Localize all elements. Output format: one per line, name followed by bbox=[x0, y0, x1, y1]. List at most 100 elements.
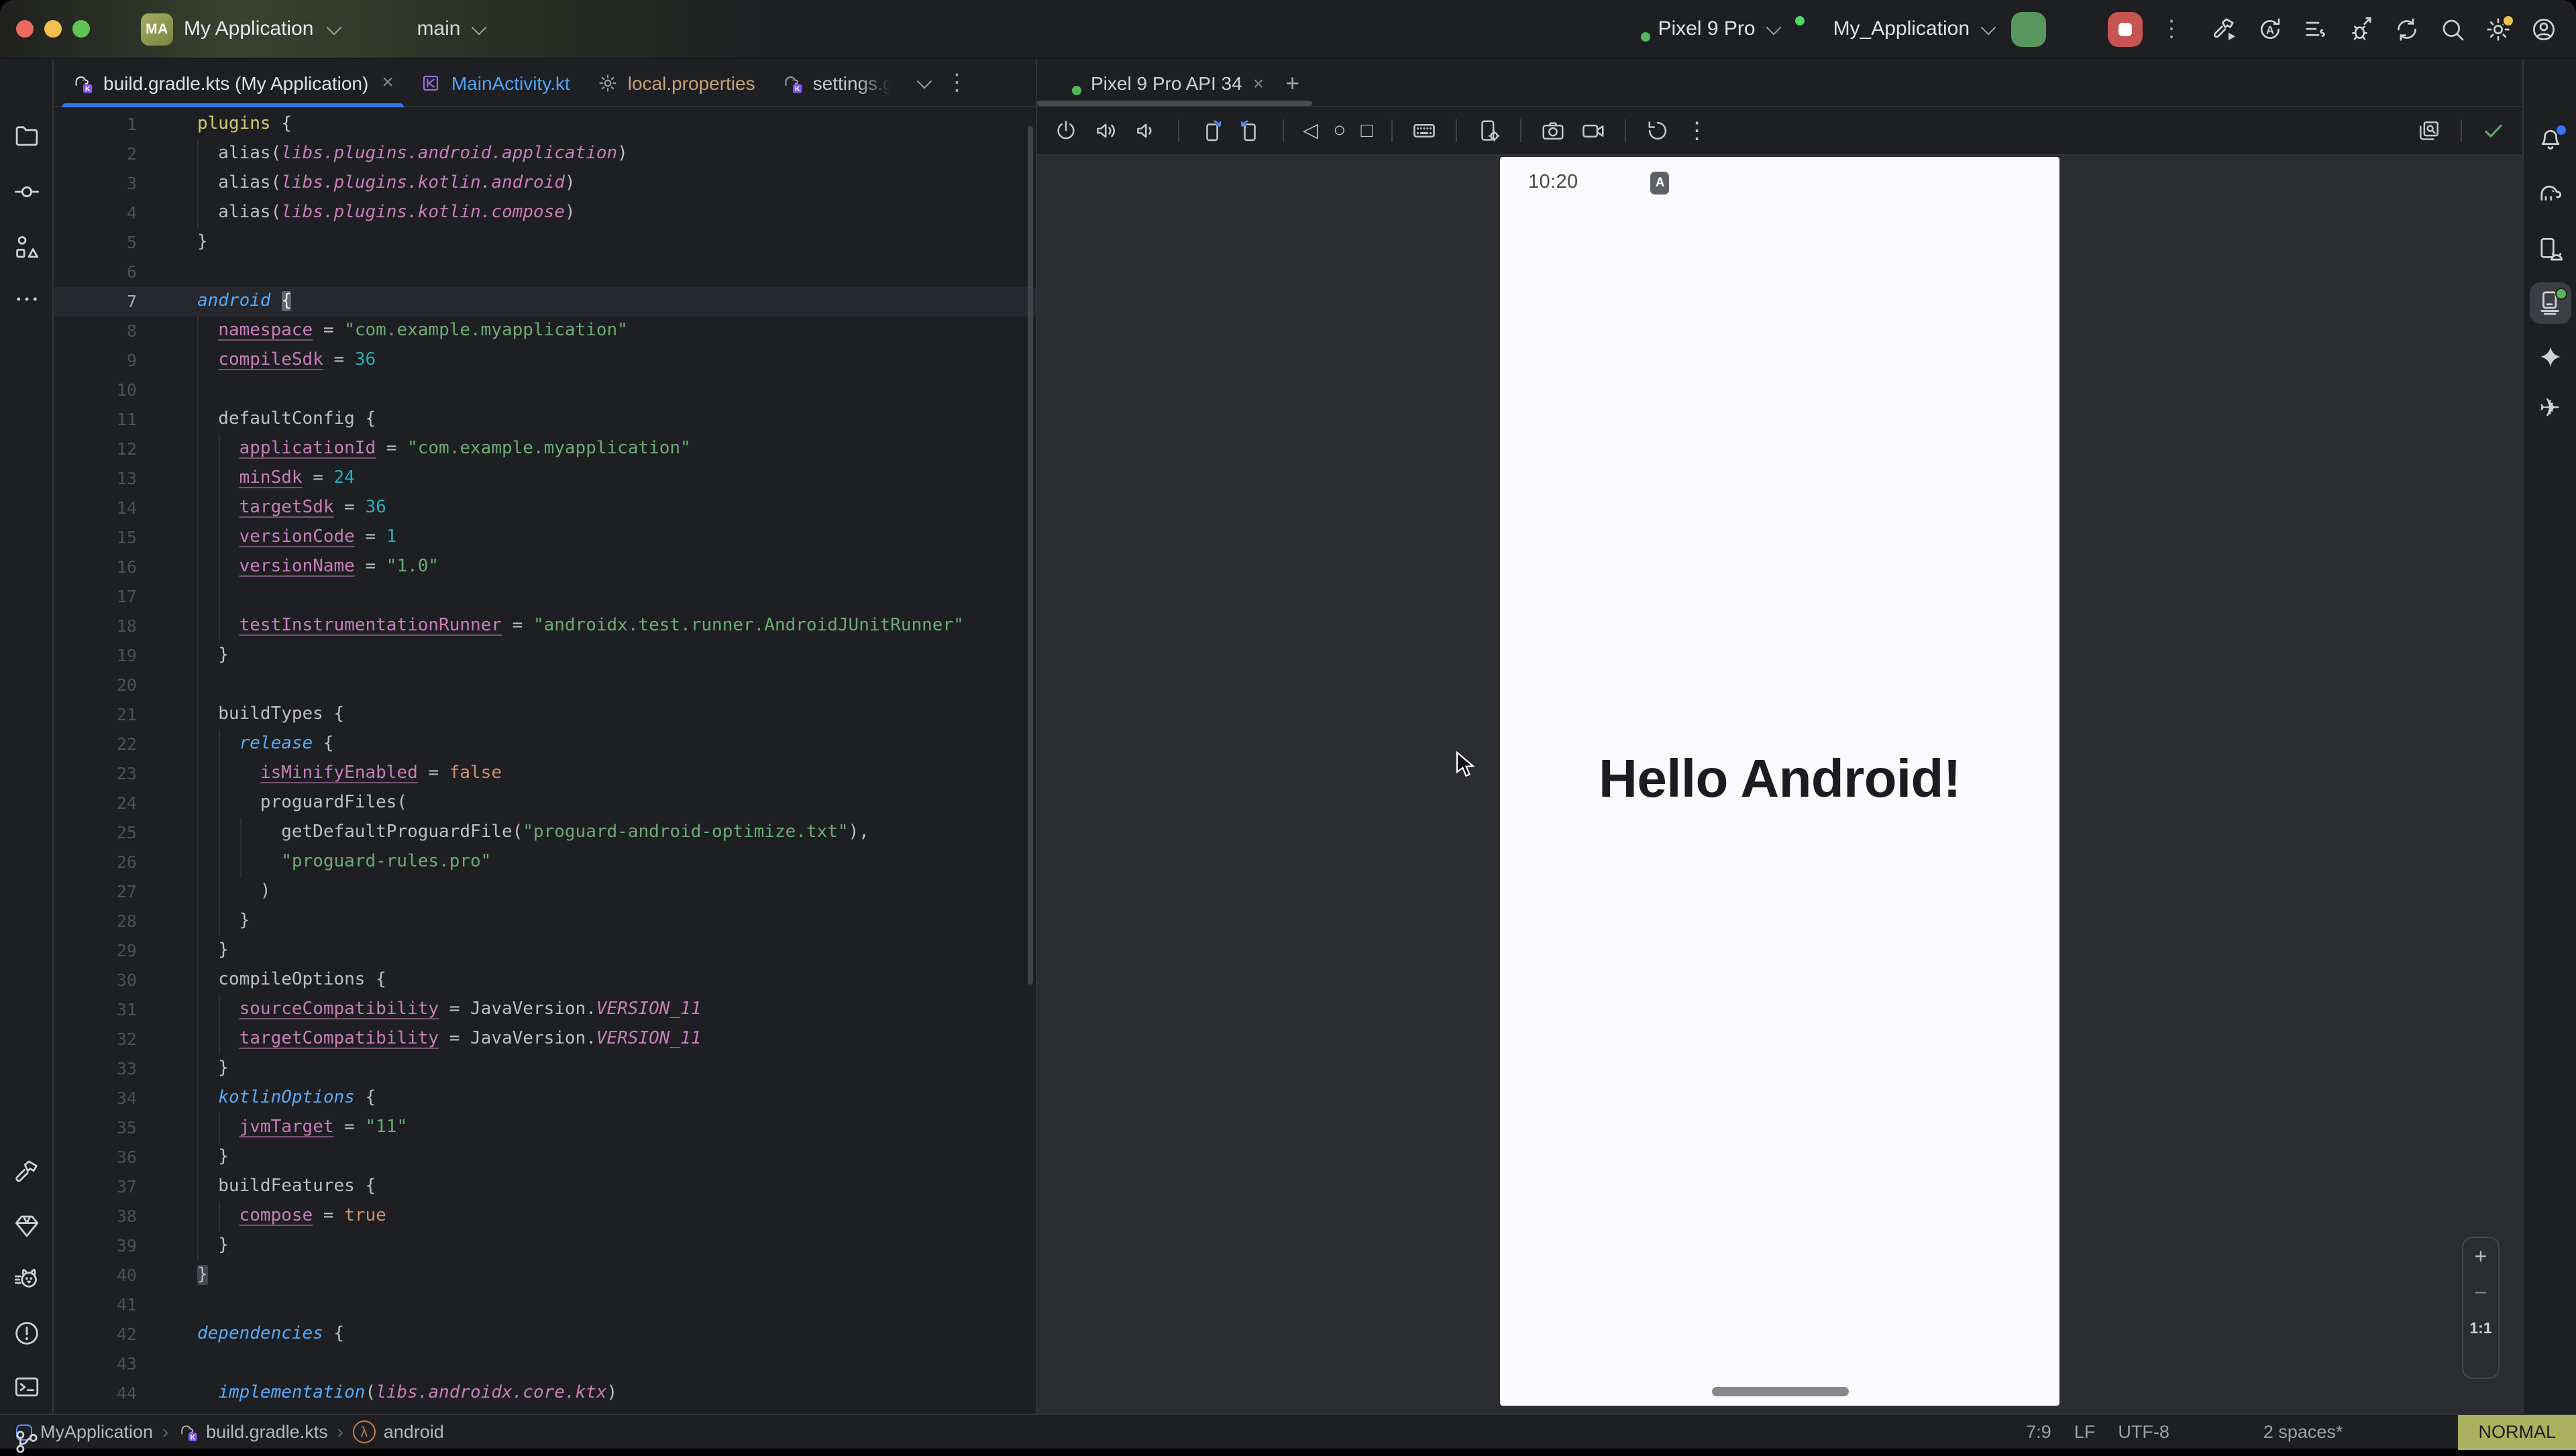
zoom-window-button[interactable] bbox=[72, 20, 90, 38]
notifications-icon[interactable] bbox=[2536, 125, 2564, 154]
tab-build-gradle-kts[interactable]: Kbuild.gradle.kts (My Application)× bbox=[59, 58, 407, 107]
stop-button[interactable] bbox=[2108, 11, 2143, 46]
search-everywhere-icon[interactable] bbox=[2439, 15, 2466, 42]
code-line: 5} bbox=[54, 228, 1036, 258]
branch-widget[interactable]: main bbox=[384, 17, 484, 40]
line-number: 18 bbox=[54, 612, 137, 641]
device-reset-icon[interactable] bbox=[1646, 118, 1671, 144]
code-line: 26 "proguard-rules.pro" bbox=[54, 848, 1036, 877]
code-line: 19 } bbox=[54, 641, 1036, 671]
close-tab-icon[interactable]: × bbox=[382, 71, 394, 94]
gradle-tool-icon[interactable] bbox=[2536, 179, 2564, 207]
rotate-left-icon[interactable] bbox=[1198, 118, 1224, 144]
svg-text:K: K bbox=[190, 1434, 195, 1441]
emulator-screen[interactable]: 10:20 A Hello Android! bbox=[1500, 157, 2059, 1406]
hidden-tabs-chevron-icon[interactable] bbox=[916, 73, 932, 89]
tab-mainactivity-kt[interactable]: MainActivity.kt bbox=[407, 58, 584, 107]
intention-lightbulb-icon[interactable] bbox=[181, 368, 203, 389]
line-number: 29 bbox=[54, 936, 137, 966]
code-editor[interactable]: 1plugins {2 alias(libs.plugins.android.a… bbox=[54, 107, 1036, 1414]
keyboard-input-icon[interactable] bbox=[1412, 118, 1438, 144]
running-devices-icon[interactable] bbox=[2536, 289, 2564, 317]
profiler-icon[interactable] bbox=[2348, 15, 2375, 42]
version-control-tool-icon[interactable] bbox=[12, 1428, 40, 1456]
gemini-icon[interactable] bbox=[2536, 343, 2564, 371]
commit-tool-icon[interactable] bbox=[12, 178, 40, 206]
rerun-button[interactable] bbox=[2011, 11, 2046, 46]
tab-local-properties[interactable]: local.properties bbox=[584, 58, 769, 107]
file-encoding[interactable]: UTF-8 bbox=[2118, 1422, 2169, 1442]
device-tab[interactable]: Pixel 9 Pro API 34 × bbox=[1045, 70, 1275, 95]
breadcrumb-item[interactable]: Kbuild.gradle.kts bbox=[178, 1422, 328, 1442]
device-manager-icon[interactable] bbox=[2536, 235, 2564, 264]
line-number: 37 bbox=[54, 1172, 137, 1202]
code-line: 21 buildTypes { bbox=[54, 700, 1036, 730]
zoom-to-fit-button[interactable] bbox=[2473, 1352, 2489, 1368]
close-window-button[interactable] bbox=[16, 20, 34, 38]
gradle-sync-icon[interactable] bbox=[2394, 15, 2420, 42]
android-overview-icon[interactable]: □ bbox=[1360, 121, 1373, 141]
tab-scrollbar[interactable] bbox=[1037, 101, 1312, 105]
account-icon[interactable] bbox=[2530, 15, 2557, 42]
screenshot-icon[interactable] bbox=[1541, 118, 1566, 144]
tab-settings-gradle[interactable]: Ksettings.g bbox=[769, 58, 907, 107]
indent-setting[interactable]: 2 spaces* bbox=[2237, 1422, 2343, 1442]
line-separator[interactable]: LF bbox=[2074, 1422, 2096, 1442]
debug-icon[interactable] bbox=[2063, 15, 2090, 42]
apply-changes-icon[interactable]: A bbox=[2257, 15, 2284, 42]
more-run-options-icon[interactable]: ⋮ bbox=[2160, 17, 2183, 40]
rotate-right-icon[interactable] bbox=[1238, 118, 1264, 144]
code-line: 36 } bbox=[54, 1143, 1036, 1172]
build-tool-icon[interactable] bbox=[12, 1158, 40, 1186]
device-more-icon[interactable]: ⋮ bbox=[1686, 119, 1709, 142]
more-tools-icon[interactable] bbox=[12, 285, 40, 313]
problems-tool-icon[interactable] bbox=[12, 1319, 40, 1347]
screen-record-icon[interactable] bbox=[1581, 118, 1607, 144]
volume-up-icon[interactable] bbox=[1093, 118, 1119, 144]
terminal-tool-icon[interactable] bbox=[12, 1373, 40, 1401]
tab-options-icon[interactable]: ⋮ bbox=[945, 71, 968, 94]
app-insights-icon[interactable]: ✈ bbox=[2539, 396, 2561, 422]
tab-label: local.properties bbox=[628, 72, 755, 93]
zoom-in-button[interactable]: + bbox=[2475, 1247, 2487, 1269]
device-settings-icon[interactable] bbox=[1477, 118, 1502, 144]
code-style-icon bbox=[2237, 1422, 2257, 1442]
settings-icon[interactable] bbox=[2485, 15, 2512, 42]
volume-down-icon[interactable] bbox=[1134, 118, 1159, 144]
code-line: 37 buildFeatures { bbox=[54, 1172, 1036, 1202]
inspections-ok-icon[interactable] bbox=[998, 118, 1020, 139]
line-number: 1 bbox=[54, 110, 137, 139]
structure-tool-icon[interactable] bbox=[12, 233, 40, 261]
close-device-tab-icon[interactable]: × bbox=[1253, 73, 1264, 92]
power-icon[interactable] bbox=[1053, 118, 1079, 144]
build-icon[interactable] bbox=[2211, 15, 2238, 42]
svg-text:A: A bbox=[2266, 23, 2274, 36]
device-selector[interactable]: Pixel 9 Pro bbox=[1623, 16, 1779, 42]
build-variants-icon[interactable] bbox=[2302, 15, 2329, 42]
vim-plugin-icon[interactable] bbox=[2408, 1421, 2430, 1443]
line-number: 6 bbox=[54, 258, 137, 287]
line-number: 5 bbox=[54, 228, 137, 258]
ai-assistant-off-icon[interactable] bbox=[2192, 1421, 2214, 1443]
add-device-icon[interactable]: + bbox=[1285, 70, 1299, 95]
profiler-tool-icon[interactable] bbox=[12, 1212, 40, 1240]
project-widget[interactable]: MA My Application bbox=[141, 13, 339, 45]
editor-scrollbar[interactable] bbox=[1028, 126, 1033, 985]
run-configuration[interactable]: My_Application bbox=[1797, 15, 1994, 42]
device-status-ok-icon[interactable] bbox=[2481, 118, 2506, 144]
android-back-icon[interactable]: ◁ bbox=[1303, 121, 1318, 141]
minimize-window-button[interactable] bbox=[44, 20, 62, 38]
zoom-actual-size-button[interactable]: 1:1 bbox=[2469, 1321, 2491, 1337]
zoom-out-button[interactable]: − bbox=[2475, 1284, 2487, 1306]
android-home-icon[interactable]: ○ bbox=[1333, 120, 1346, 142]
device-name: Pixel 9 Pro bbox=[1658, 17, 1755, 40]
layout-inspector-icon[interactable] bbox=[2416, 118, 2442, 144]
home-indicator[interactable] bbox=[1711, 1387, 1848, 1396]
project-tool-icon[interactable] bbox=[12, 121, 40, 150]
status-bar: MyApplication›Kbuild.gradle.kts›λandroid… bbox=[0, 1414, 2576, 1449]
logcat-tool-icon[interactable] bbox=[12, 1266, 40, 1294]
unlock-icon[interactable] bbox=[2365, 1422, 2385, 1442]
zoom-controls: + − 1:1 bbox=[2462, 1237, 2500, 1379]
caret-position[interactable]: 7:9 bbox=[2026, 1422, 2051, 1442]
breadcrumb-item[interactable]: λandroid bbox=[353, 1420, 444, 1443]
